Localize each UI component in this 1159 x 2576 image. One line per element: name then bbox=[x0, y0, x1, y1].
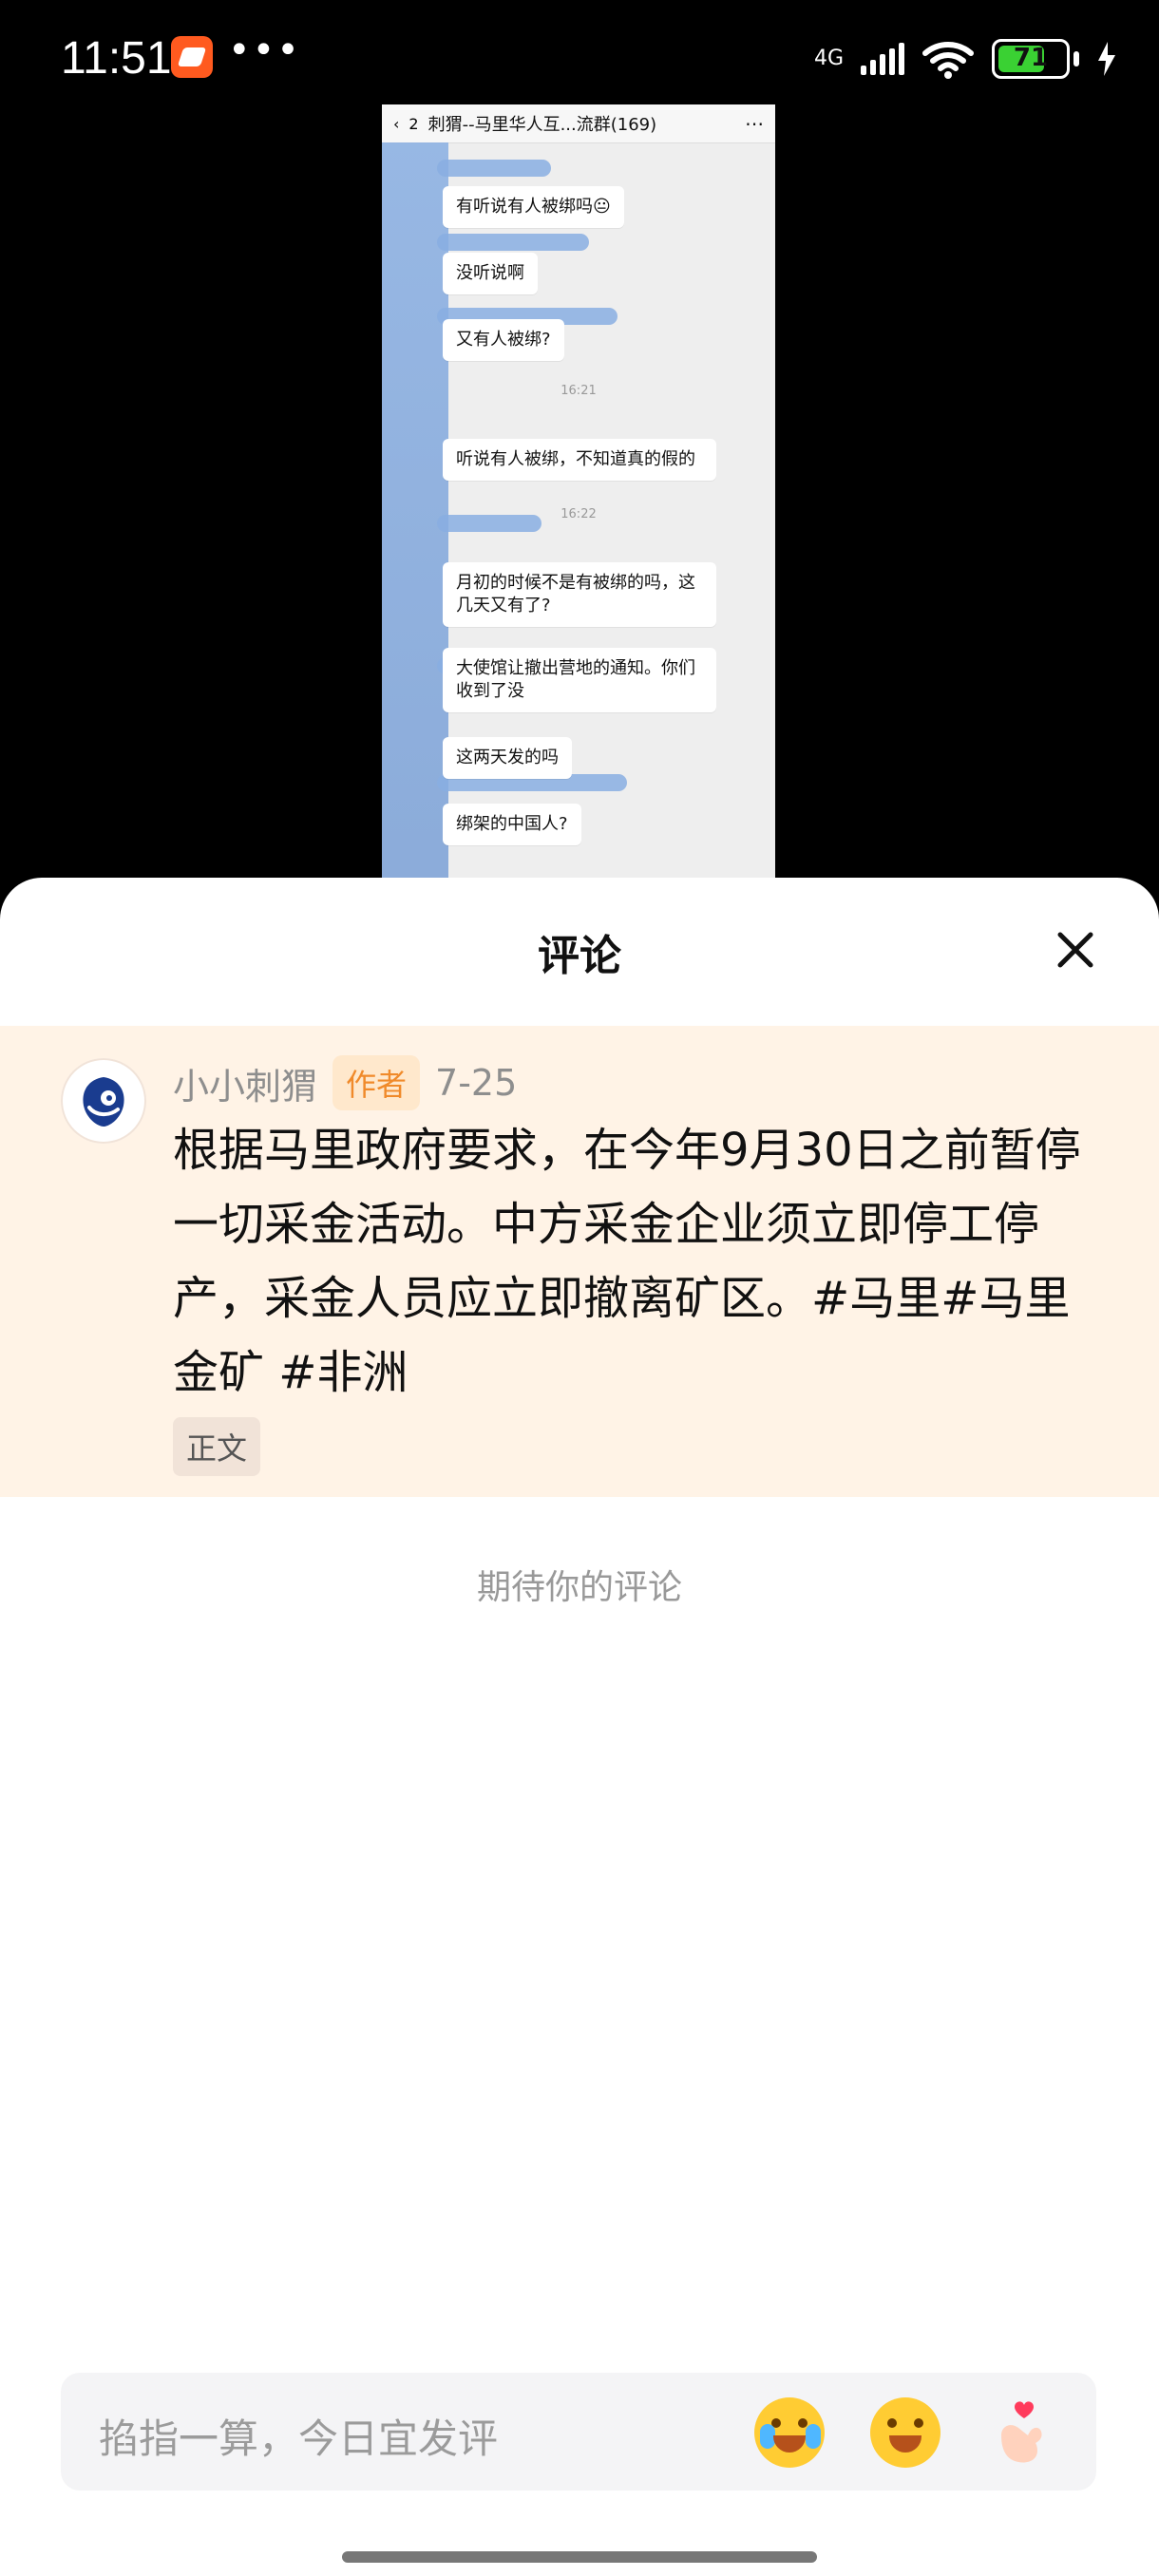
chat-message: 这两天发的吗 bbox=[443, 737, 572, 779]
grin-emoji-icon[interactable] bbox=[870, 2397, 940, 2468]
back-count: 2 bbox=[408, 114, 419, 133]
battery-cap bbox=[1074, 51, 1079, 66]
more-notifications-icon: ••• bbox=[228, 28, 301, 72]
status-time: 11:51 bbox=[61, 33, 172, 84]
app-notification-icon bbox=[171, 36, 213, 78]
post-date: 7-25 bbox=[435, 1062, 518, 1104]
status-bar: 11:51 ••• 4G 71 bbox=[0, 0, 1159, 114]
battery-icon: 71 bbox=[992, 39, 1070, 79]
chat-message: 有听说有人被绑吗😐 bbox=[443, 186, 624, 228]
hedgehog-logo-icon bbox=[83, 1077, 124, 1127]
chat-message: 月初的时候不是有被绑的吗，这几天又有了? bbox=[443, 562, 716, 627]
chat-message: 没听说啊 bbox=[443, 253, 538, 294]
close-icon[interactable] bbox=[1054, 929, 1096, 971]
chat-message: 又有人被绑? bbox=[443, 319, 564, 361]
chat-message: 大使馆让撤出营地的通知。你们收到了没 bbox=[443, 648, 716, 712]
comment-input[interactable]: 掐指一算，今日宜发评 bbox=[61, 2373, 1096, 2491]
chat-timestamp: 16:21 bbox=[560, 384, 597, 398]
back-icon: ‹ bbox=[393, 114, 400, 133]
battery-level: 71 bbox=[1013, 44, 1049, 72]
post-text: 根据马里政府要求，在今年9月30日之前暂停一切采金活动。中方采金企业须立即停工停… bbox=[173, 1124, 1081, 1399]
embedded-screenshot[interactable]: ‹ 2 刺猬--马里华人互...流群(169) ⋯ 有听说有人被绑吗😐 没听说啊… bbox=[382, 104, 775, 883]
home-indicator[interactable] bbox=[342, 2551, 817, 2563]
author-name[interactable]: 小小刺猬 bbox=[173, 1057, 317, 1109]
more-icon: ⋯ bbox=[745, 112, 764, 135]
redaction-scribble bbox=[437, 160, 551, 177]
author-badge: 作者 bbox=[332, 1055, 421, 1110]
signal-icon bbox=[861, 43, 904, 75]
sheet-title: 评论 bbox=[538, 932, 621, 980]
wifi-icon bbox=[922, 42, 974, 79]
post-type-badge: 正文 bbox=[173, 1417, 261, 1476]
author-avatar[interactable] bbox=[61, 1058, 146, 1144]
embedded-chat-header: ‹ 2 刺猬--马里华人互...流群(169) ⋯ bbox=[382, 104, 775, 143]
empty-comments-hint: 期待你的评论 bbox=[476, 1568, 682, 1607]
chat-timestamp: 16:22 bbox=[560, 507, 597, 521]
status-right-icons: 4G 71 bbox=[814, 30, 1117, 87]
redaction-scribble bbox=[437, 234, 589, 251]
chat-message: 绑架的中国人? bbox=[443, 804, 581, 845]
laugh-cry-emoji-icon[interactable] bbox=[754, 2397, 825, 2468]
charging-icon bbox=[1098, 42, 1115, 76]
post-meta: 小小刺猬 作者 7-25 bbox=[173, 1055, 518, 1110]
network-type: 4G bbox=[813, 47, 844, 70]
author-post: 小小刺猬 作者 7-25 根据马里政府要求，在今年9月30日之前暂停一切采金活动… bbox=[0, 1026, 1159, 1497]
embedded-chat-title: 刺猬--马里华人互...流群(169) bbox=[428, 115, 657, 135]
chat-message: 听说有人被绑，不知道真的假的 bbox=[443, 439, 716, 481]
comments-sheet: 评论 小小刺猬 作者 7-25 根据马里政府要求，在今年9月30日之前暂停一切采… bbox=[0, 878, 1159, 2576]
comment-input-placeholder: 掐指一算，今日宜发评 bbox=[99, 2415, 499, 2462]
finger-heart-emoji-icon[interactable] bbox=[986, 2397, 1056, 2468]
